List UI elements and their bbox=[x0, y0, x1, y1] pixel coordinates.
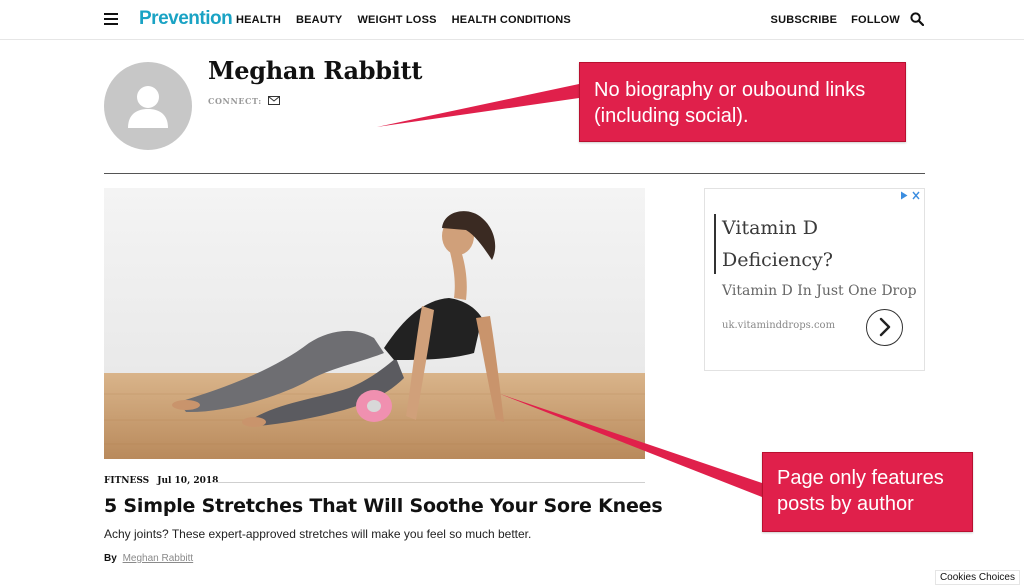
author-avatar bbox=[104, 62, 192, 150]
article-meta: FITNESS Jul 10, 2018 bbox=[104, 476, 218, 486]
advertisement[interactable]: Vitamin D Deficiency? Vitamin D In Just … bbox=[704, 188, 925, 371]
stretching-woman-photo bbox=[104, 188, 645, 459]
connect-label: CONNECT: bbox=[208, 96, 262, 106]
article-hero-image[interactable] bbox=[104, 188, 645, 459]
cookies-choices-button[interactable]: Cookies Choices bbox=[934, 570, 1020, 585]
nav-link-weight-loss[interactable]: WEIGHT LOSS bbox=[357, 14, 436, 26]
article-category[interactable]: FITNESS bbox=[104, 476, 149, 486]
top-navigation: Prevention HEALTH BEAUTY WEIGHT LOSS HEA… bbox=[0, 0, 1024, 40]
article-dek: Achy joints? These expert-approved stret… bbox=[104, 527, 532, 541]
ad-arrow-button[interactable] bbox=[866, 309, 903, 346]
ad-close-icon[interactable] bbox=[912, 191, 920, 200]
nav-link-health[interactable]: HEALTH bbox=[236, 14, 281, 26]
subscribe-link[interactable]: SUBSCRIBE bbox=[771, 14, 838, 26]
mail-icon[interactable] bbox=[268, 96, 280, 105]
follow-link[interactable]: FOLLOW bbox=[851, 14, 900, 26]
ad-accent-bar bbox=[714, 214, 716, 274]
chevron-right-icon bbox=[879, 317, 891, 337]
menu-icon[interactable] bbox=[104, 13, 118, 25]
ad-url[interactable]: uk.vitaminddrops.com bbox=[722, 320, 835, 331]
article-byline: By Meghan Rabbitt bbox=[104, 553, 193, 564]
byline-author-link[interactable]: Meghan Rabbitt bbox=[123, 553, 194, 564]
article-date: Jul 10, 2018 bbox=[157, 476, 219, 486]
article-title[interactable]: 5 Simple Stretches That Will Soothe Your… bbox=[104, 495, 663, 517]
header-divider bbox=[104, 173, 925, 174]
meta-divider bbox=[213, 482, 645, 483]
search-icon[interactable] bbox=[910, 12, 924, 26]
site-logo[interactable]: Prevention bbox=[139, 8, 233, 30]
nav-link-health-conditions[interactable]: HEALTH CONDITIONS bbox=[452, 14, 571, 26]
nav-link-beauty[interactable]: BEAUTY bbox=[296, 14, 342, 26]
annotation-callout-no-bio: No biography or oubound links (including… bbox=[579, 62, 906, 142]
ad-headline[interactable]: Vitamin D Deficiency? bbox=[722, 212, 912, 276]
secondary-nav: SUBSCRIBE FOLLOW bbox=[771, 14, 900, 26]
ad-subheadline[interactable]: Vitamin D In Just One Drop bbox=[722, 283, 917, 299]
annotation-callout-posts-only: Page only features posts by author bbox=[762, 452, 973, 532]
ad-choices-play-icon[interactable] bbox=[900, 191, 908, 200]
author-name: Meghan Rabbitt bbox=[208, 56, 423, 85]
avatar-placeholder-icon bbox=[128, 86, 168, 128]
byline-prefix: By bbox=[104, 553, 117, 564]
ad-choices[interactable] bbox=[900, 191, 920, 200]
primary-nav: HEALTH BEAUTY WEIGHT LOSS HEALTH CONDITI… bbox=[236, 14, 571, 26]
